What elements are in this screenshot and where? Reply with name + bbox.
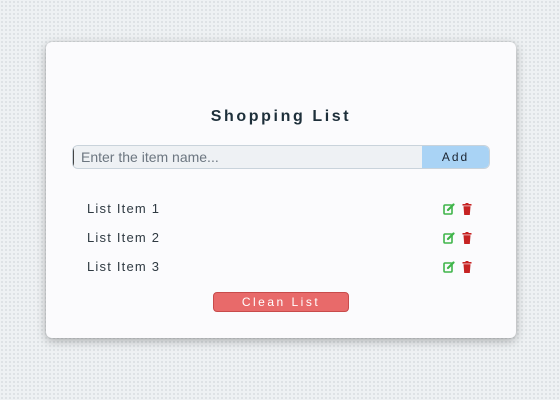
list-item-label: List Item 1 xyxy=(87,201,161,216)
item-name-input[interactable] xyxy=(73,146,422,168)
trash-icon[interactable] xyxy=(461,202,473,215)
clean-list-button[interactable]: Clean List xyxy=(213,292,349,312)
edit-icon[interactable] xyxy=(443,231,455,244)
list-item-actions xyxy=(443,260,473,273)
list-item-actions xyxy=(443,231,473,244)
shopping-list: List Item 1 List Item 2 List Item 3 xyxy=(87,194,473,281)
list-item: List Item 3 xyxy=(87,252,473,281)
add-button[interactable]: Add xyxy=(422,146,489,168)
list-item-label: List Item 3 xyxy=(87,259,161,274)
list-item-label: List Item 2 xyxy=(87,230,161,245)
edit-icon[interactable] xyxy=(443,260,455,273)
trash-icon[interactable] xyxy=(461,231,473,244)
page-title: Shopping List xyxy=(210,108,352,125)
list-item: List Item 1 xyxy=(87,194,473,223)
edit-icon[interactable] xyxy=(443,202,455,215)
list-item-actions xyxy=(443,202,473,215)
list-item: List Item 2 xyxy=(87,223,473,252)
trash-icon[interactable] xyxy=(461,260,473,273)
shopping-list-card: Shopping List Add List Item 1 xyxy=(46,42,516,338)
add-item-form: Add xyxy=(73,146,489,168)
